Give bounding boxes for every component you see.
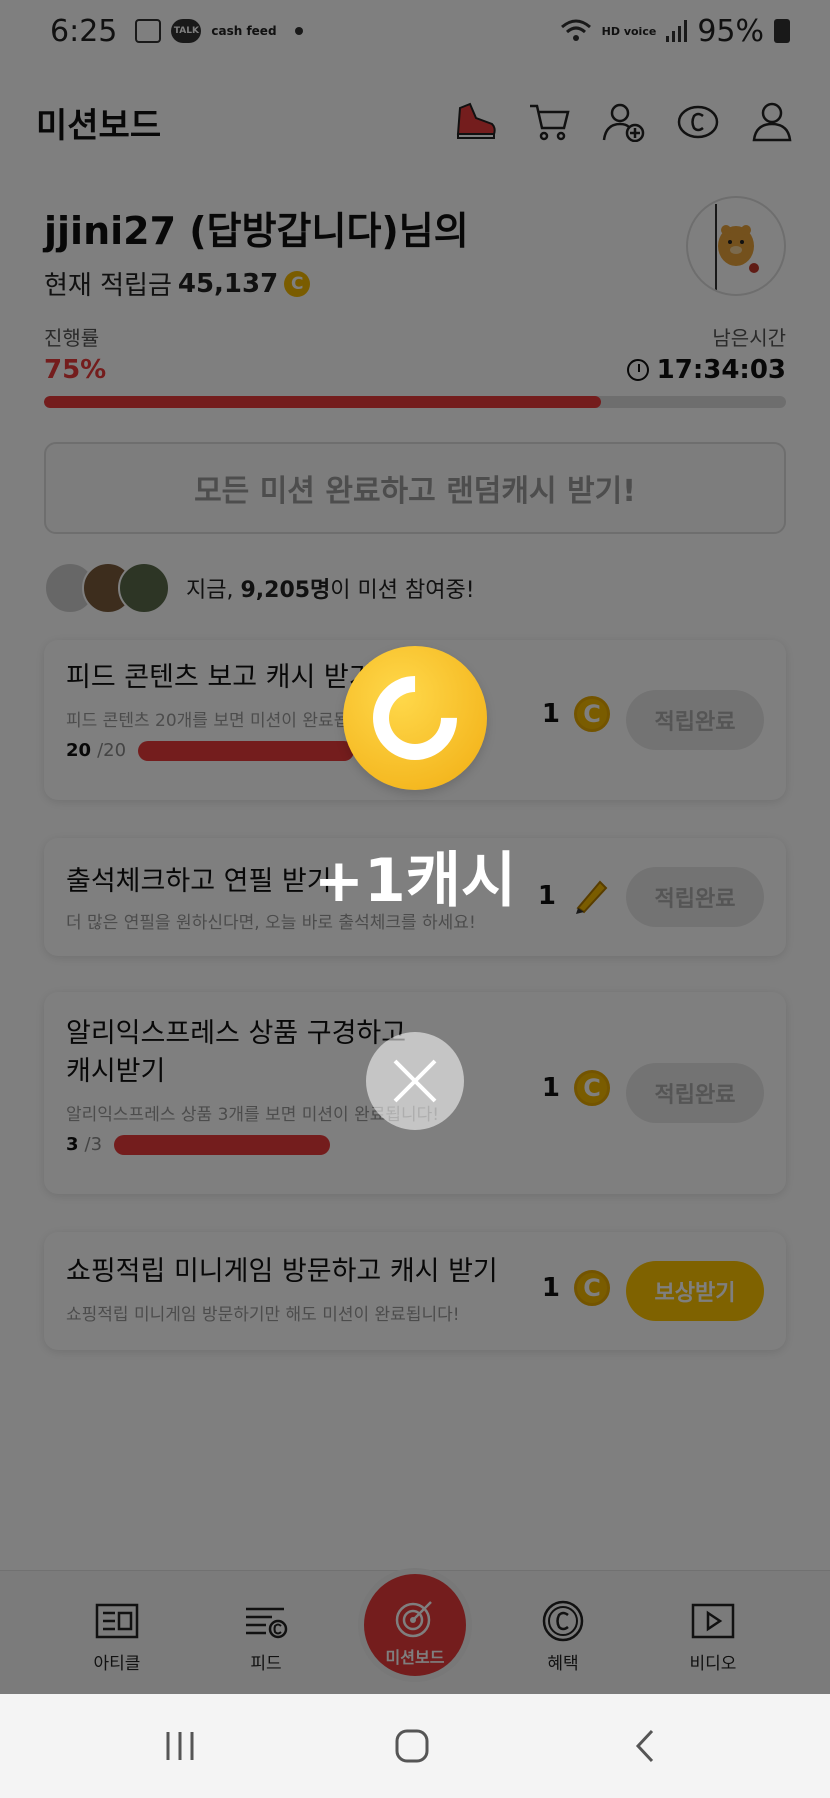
reward-popup-text: +1캐시 [313,846,517,916]
coin-glyph [355,658,475,778]
cash-coin-icon [343,646,487,790]
back-icon[interactable] [626,1726,666,1766]
close-icon [393,1059,437,1103]
recent-apps-icon[interactable] [160,1726,200,1766]
home-icon[interactable] [392,1726,432,1766]
close-button[interactable] [366,1032,464,1130]
system-nav-bar [0,1694,830,1798]
